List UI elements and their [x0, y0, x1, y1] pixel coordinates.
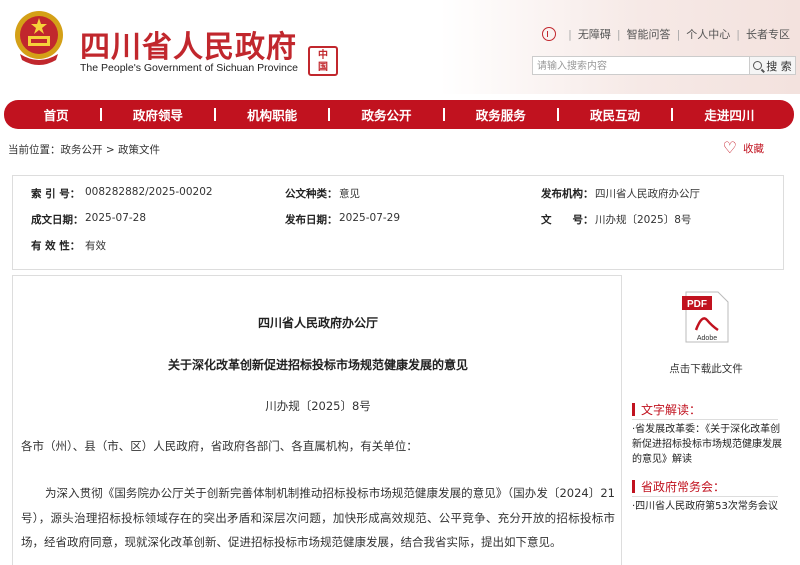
publish-date-label: 发布日期： [285, 214, 338, 226]
document-meta-table: 索 引 号： 008282882/2025-00202 公文种类： 意见 发布机… [12, 175, 784, 270]
main-nav: 首页 政府领导 机构职能 政务公开 政务服务 政民互动 走进四川 [4, 100, 794, 129]
validity-label: 有 效 性： [31, 240, 81, 252]
nav-divider [328, 108, 331, 121]
doc-number-label: 文 号： [541, 214, 594, 226]
pdf-text: PDF [687, 299, 707, 310]
article-salutation: 各市（州）、县（市、区）人民政府，省政府各部门、各直属机构，有关单位： [21, 439, 418, 453]
divider [632, 496, 778, 497]
personal-center-link[interactable]: 个人中心 [686, 26, 730, 42]
nav-divider [556, 108, 559, 121]
article-paragraph: 为深入贯彻《国务院办公厅关于创新完善体制机制推动招标投标市场规范健康发展的意见》… [21, 486, 615, 549]
nav-divider [671, 108, 674, 121]
doc-number-value: 川办规〔2025〕8号 [595, 214, 692, 226]
divider: | [676, 27, 681, 41]
nav-item-leaders[interactable]: 政府领导 [133, 105, 183, 124]
interpretation-heading: 文字解读： [632, 401, 701, 418]
search-icon [753, 61, 763, 70]
accessibility-link[interactable]: 无障碍 [578, 26, 611, 42]
index-value: 008282882/2025-00202 [85, 186, 213, 198]
favorite-button[interactable]: ♡ 收藏 [723, 140, 764, 156]
download-file-link[interactable]: 点击下载此文件 [628, 361, 784, 376]
nav-divider [214, 108, 217, 121]
seal-logo: 中 国 [308, 46, 338, 76]
top-links: | 无障碍 | 智能问答 | 个人中心 | 长者专区 [542, 26, 790, 42]
meta-row: 成文日期： 2025-07-28 发布日期： 2025-07-29 文 号： 川… [13, 212, 783, 238]
elderly-zone-link[interactable]: 长者专区 [746, 26, 790, 42]
pdf-download-icon[interactable]: PDF Adobe [682, 290, 732, 344]
favorite-label: 收藏 [743, 142, 764, 155]
issuer-value: 四川省人民政府办公厅 [595, 188, 700, 200]
meta-row: 索 引 号： 008282882/2025-00202 公文种类： 意见 发布机… [13, 186, 783, 212]
type-label: 公文种类： [285, 188, 338, 200]
nav-item-functions[interactable]: 机构职能 [247, 105, 297, 124]
sidebar: PDF Adobe 点击下载此文件 文字解读： ·省发展改革委：《关于深化改革创… [628, 275, 784, 565]
written-date-value: 2025-07-28 [85, 212, 147, 224]
interpretation-link[interactable]: ·省发展改革委：《关于深化改革创新促进招标投标市场规范健康发展的意见》解读 [632, 422, 782, 467]
article-title: 关于深化改革创新促进招标投标市场规范健康发展的意见 [167, 358, 468, 372]
nav-divider [99, 108, 102, 121]
site-header: 四川省人民政府 The People's Government of Sichu… [0, 0, 800, 94]
validity-value: 有效 [85, 240, 106, 252]
article-doc-number: 川办规〔2025〕8号 [265, 399, 371, 413]
issuer-label: 发布机构： [541, 188, 594, 200]
interpretation-heading-label: 文字解读： [641, 403, 702, 417]
divider: | [616, 27, 621, 41]
meeting-heading: 省政府常务会： [632, 478, 725, 495]
adobe-text: Adobe [697, 335, 717, 342]
nav-item-interaction[interactable]: 政民互动 [590, 105, 640, 124]
publish-date-value: 2025-07-29 [339, 212, 401, 224]
heart-icon: ♡ [722, 138, 737, 157]
heading-bar [632, 403, 635, 416]
search-bar: 请输入搜索内容 搜 索 [532, 56, 796, 75]
breadcrumb[interactable]: 当前位置：政务公开 > 政策文件 [8, 142, 160, 157]
meeting-link[interactable]: ·四川省人民政府第53次常务会议 [632, 499, 782, 514]
nav-item-disclosure[interactable]: 政务公开 [361, 105, 411, 124]
national-emblem-icon [15, 11, 63, 65]
nav-item-home[interactable]: 首页 [44, 105, 69, 124]
nav-item-services[interactable]: 政务服务 [476, 105, 526, 124]
divider [632, 419, 778, 420]
smart-qa-link[interactable]: 智能问答 [627, 26, 671, 42]
divider: | [568, 27, 572, 41]
index-label: 索 引 号： [31, 188, 81, 200]
meta-row: 有 效 性： 有效 [13, 238, 783, 264]
site-title: 四川省人民政府 [80, 30, 297, 65]
article-issuer: 四川省人民政府办公厅 [257, 316, 378, 330]
search-button-label: 搜 索 [766, 59, 792, 73]
nav-divider [442, 108, 445, 121]
divider: | [736, 27, 740, 41]
site-title-english: The People's Government of Sichuan Provi… [80, 62, 298, 74]
search-input[interactable]: 请输入搜索内容 [532, 56, 750, 75]
article-body: 四川省人民政府办公厅 关于深化改革创新促进招标投标市场规范健康发展的意见 川办规… [12, 275, 622, 565]
heading-bar [632, 480, 635, 493]
nav-item-about-sichuan[interactable]: 走进四川 [704, 105, 754, 124]
page: 四川省人民政府 The People's Government of Sichu… [0, 0, 800, 565]
lamp-icon[interactable] [542, 27, 557, 41]
meeting-heading-label: 省政府常务会： [641, 480, 726, 494]
type-value: 意见 [339, 188, 360, 200]
search-button[interactable]: 搜 索 [750, 56, 796, 75]
written-date-label: 成文日期： [31, 214, 84, 226]
